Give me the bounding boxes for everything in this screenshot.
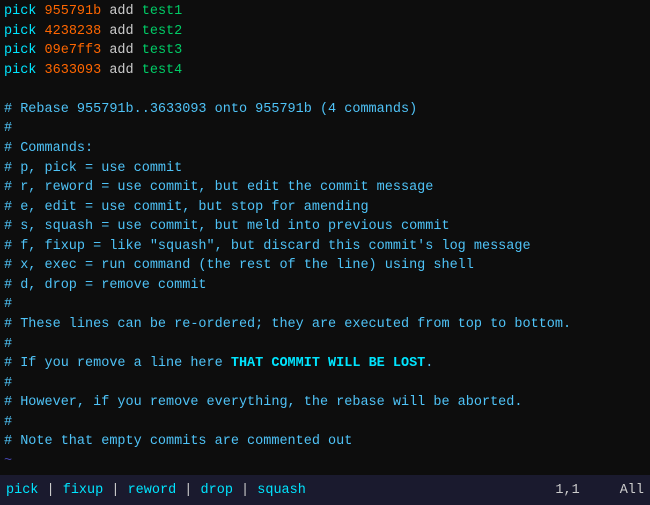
editor-line: pick 4238238 add test2 — [4, 22, 646, 42]
editor-line: # — [4, 335, 646, 355]
editor-line: # However, if you remove everything, the… — [4, 393, 646, 413]
scroll-position: All — [620, 483, 644, 498]
editor-line: # — [4, 295, 646, 315]
editor-line: pick 955791b add test1 — [4, 2, 646, 22]
editor-line: # Note that empty commits are commented … — [4, 432, 646, 452]
editor-line: # x, exec = run command (the rest of the… — [4, 256, 646, 276]
editor-line: # f, fixup = like "squash", but discard … — [4, 237, 646, 257]
editor-line: # Rebase 955791b..3633093 onto 955791b (… — [4, 100, 646, 120]
editor-line: # p, pick = use commit — [4, 159, 646, 179]
editor-line: pick 3633093 add test4 — [4, 61, 646, 81]
statusbar-commands: pick | fixup | reword | drop | squash — [6, 483, 555, 498]
editor-line: # e, edit = use commit, but stop for ame… — [4, 198, 646, 218]
cursor-position: 1,1 — [555, 483, 579, 498]
editor-line: # — [4, 119, 646, 139]
editor-line: ~ — [4, 452, 646, 472]
vim-statusbar: pick | fixup | reword | drop | squash 1,… — [0, 475, 650, 505]
editor-line: # — [4, 374, 646, 394]
editor-line: # These lines can be re-ordered; they ar… — [4, 315, 646, 335]
editor-line: # If you remove a line here THAT COMMIT … — [4, 354, 646, 374]
editor-line — [4, 80, 646, 100]
editor-line: # Commands: — [4, 139, 646, 159]
editor-line: pick 09e7ff3 add test3 — [4, 41, 646, 61]
editor-line: # s, squash = use commit, but meld into … — [4, 217, 646, 237]
statusbar-position: 1,1 All — [555, 483, 644, 498]
editor-line: # r, reword = use commit, but edit the c… — [4, 178, 646, 198]
editor-line: # d, drop = remove commit — [4, 276, 646, 296]
editor-line: # — [4, 413, 646, 433]
code-editor[interactable]: pick 955791b add test1pick 4238238 add t… — [0, 0, 650, 475]
